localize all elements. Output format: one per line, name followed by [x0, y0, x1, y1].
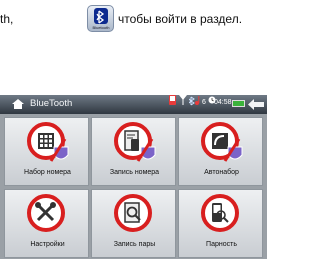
tile-dialing[interactable]: Набор номера — [4, 117, 89, 186]
keypad-icon — [27, 122, 69, 162]
tile-label: Набор номера — [24, 169, 71, 176]
tile-label: Запись пары — [113, 241, 156, 248]
tile-label: Парность — [206, 241, 237, 248]
counter-value: 6 — [202, 99, 206, 106]
instruction-text-left: th, — [0, 12, 14, 26]
home-icon[interactable] — [11, 98, 25, 110]
autodial-icon — [201, 122, 243, 162]
pairing-icon — [201, 194, 239, 232]
tile-phonebook[interactable]: Запись номера — [91, 117, 176, 186]
tile-autodial[interactable]: Автонабор — [178, 117, 263, 186]
tile-settings[interactable]: Настройки — [4, 189, 89, 258]
tile-label: Запись номера — [109, 169, 160, 176]
tile-pair-record[interactable]: Запись пары — [91, 189, 176, 258]
app-title: BlueTooth — [30, 98, 73, 109]
bluetooth-button[interactable]: Bluetooth — [87, 5, 114, 32]
back-arrow-icon[interactable] — [247, 98, 265, 111]
battery-icon — [232, 100, 245, 107]
pair-record-icon — [114, 194, 152, 232]
music-icon — [195, 95, 202, 107]
menu-grid: Набор номера Запись номера Автонабор Нас… — [4, 117, 263, 259]
phone-status-icon — [168, 95, 177, 107]
device-screen: BlueTooth 6 04:58 Набор номера Запись но… — [0, 95, 267, 259]
clock-time: 04:58 — [214, 99, 232, 106]
phonebook-icon — [114, 122, 156, 162]
tile-pairing[interactable]: Парность — [178, 189, 263, 258]
bluetooth-button-caption: Bluetooth — [92, 25, 110, 30]
bluetooth-icon — [94, 8, 108, 24]
settings-tools-icon — [27, 194, 65, 232]
signal-icon — [179, 95, 187, 107]
title-bar: BlueTooth 6 04:58 — [0, 95, 267, 114]
tile-label: Настройки — [30, 241, 65, 248]
instruction-line: th, Bluetooth чтобы войти в раздел. — [0, 0, 267, 38]
instruction-text-right: чтобы войти в раздел. — [118, 12, 243, 26]
tile-label: Автонабор — [204, 169, 239, 176]
